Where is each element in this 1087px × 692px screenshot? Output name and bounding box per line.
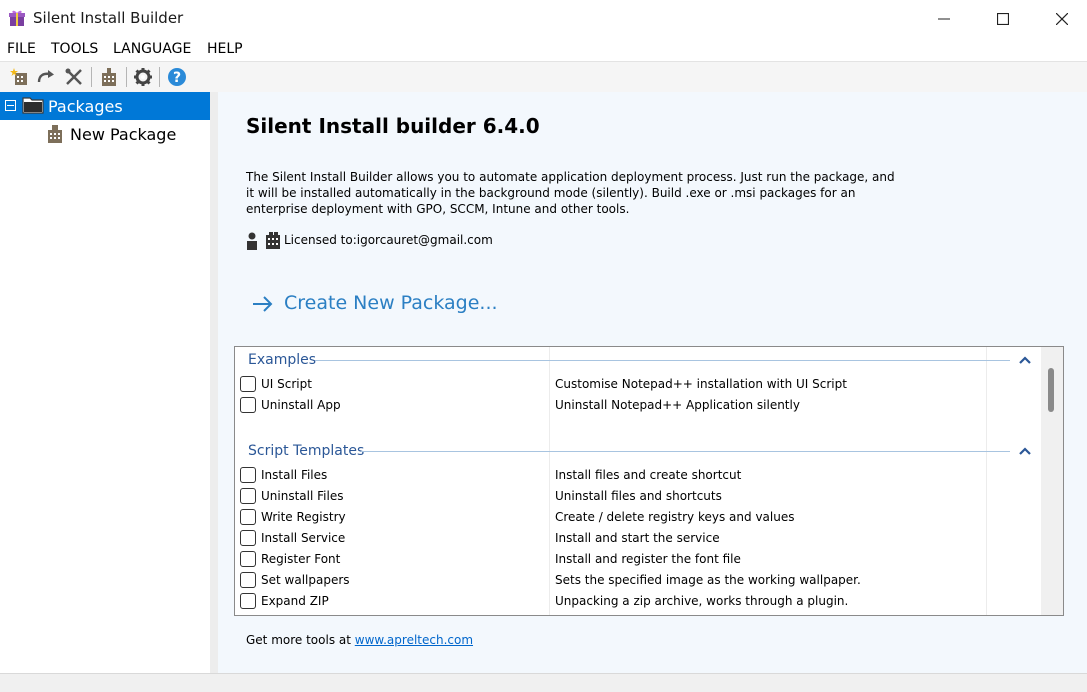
- gift-icon: [8, 9, 26, 27]
- toolbar: ?: [0, 61, 1087, 92]
- checkbox[interactable]: [240, 397, 256, 413]
- group-divider: [315, 360, 1010, 361]
- minimize-icon: [938, 18, 950, 19]
- toolbar-separator: [126, 67, 127, 87]
- svg-text:?: ?: [173, 70, 181, 86]
- tree-item-packages[interactable]: Packages: [0, 92, 210, 120]
- create-new-package-label: Create New Package...: [284, 292, 498, 314]
- tree-item-label: Packages: [48, 97, 123, 116]
- item-name: Uninstall App: [261, 398, 341, 412]
- checkbox[interactable]: [240, 488, 256, 504]
- item-description: Sets the specified image as the working …: [555, 573, 861, 587]
- status-bar: [0, 673, 1087, 692]
- website-link[interactable]: www.apreltech.com: [355, 633, 473, 647]
- checkbox[interactable]: [240, 376, 256, 392]
- item-name: Uninstall Files: [261, 489, 344, 503]
- folder-icon: [22, 95, 44, 119]
- item-name: UI Script: [261, 377, 312, 391]
- license-icon: [247, 232, 280, 250]
- menu-language[interactable]: LANGUAGE: [113, 41, 191, 57]
- toolbar-separator: [91, 67, 92, 87]
- item-description: Uninstall Notepad++ Application silently: [555, 398, 800, 412]
- list-item[interactable]: UI Script Customise Notepad++ installati…: [235, 374, 1041, 395]
- templates-list: Examples UI Script Customise Notepad++ i…: [234, 346, 1064, 616]
- help-icon: ?: [168, 68, 186, 86]
- chevron-up-icon[interactable]: [1019, 355, 1031, 365]
- new-package-icon: [10, 68, 27, 85]
- new-package-button[interactable]: [8, 66, 30, 88]
- item-description: Install and register the font file: [555, 552, 741, 566]
- redo-icon: [37, 70, 54, 83]
- item-description: Create / delete registry keys and values: [555, 510, 795, 524]
- item-name: Write Registry: [261, 510, 346, 524]
- license-text: Licensed to:igorcauret@gmail.com: [284, 233, 493, 247]
- list-item[interactable]: Write Registry Create / delete registry …: [235, 507, 1041, 528]
- item-description: Customise Notepad++ installation with UI…: [555, 377, 847, 391]
- chevron-up-icon[interactable]: [1019, 446, 1031, 456]
- toolbar-separator: [159, 67, 160, 87]
- scroll-thumb[interactable]: [1048, 368, 1054, 412]
- group-title-examples: Examples: [248, 352, 317, 368]
- maximize-button[interactable]: [974, 0, 1032, 37]
- arrow-right-icon: [253, 296, 273, 312]
- list-item[interactable]: Set wallpapers Sets the specified image …: [235, 570, 1041, 591]
- item-name: Install Files: [261, 468, 328, 482]
- build-button[interactable]: [98, 66, 120, 88]
- item-name: Set wallpapers: [261, 573, 350, 587]
- checkbox[interactable]: [240, 551, 256, 567]
- item-name: Expand ZIP: [261, 594, 329, 608]
- redo-button[interactable]: [35, 66, 57, 88]
- build-icon: [102, 68, 116, 86]
- item-description: Install and start the service: [555, 531, 720, 545]
- item-name: Install Service: [261, 531, 346, 545]
- splitter[interactable]: [210, 92, 218, 673]
- title-bar: Silent Install Builder: [0, 0, 1087, 37]
- tree-item-new-package[interactable]: New Package: [70, 125, 176, 144]
- footer: Get more tools at www.apreltech.com: [246, 633, 473, 647]
- list-item[interactable]: Register Font Install and register the f…: [235, 549, 1041, 570]
- item-name: Register Font: [261, 552, 341, 566]
- checkbox[interactable]: [240, 593, 256, 609]
- list-item[interactable]: Expand ZIP Unpacking a zip archive, work…: [235, 591, 1041, 612]
- settings-icon: [134, 68, 152, 86]
- list-item[interactable]: Install Service Install and start the se…: [235, 528, 1041, 549]
- maximize-icon: [997, 12, 1009, 25]
- menu-file[interactable]: FILE: [7, 41, 36, 57]
- list-item[interactable]: Uninstall Files Uninstall files and shor…: [235, 486, 1041, 507]
- checkbox[interactable]: [240, 572, 256, 588]
- vertical-scrollbar[interactable]: [1041, 347, 1063, 615]
- minimize-button[interactable]: [915, 0, 973, 37]
- help-button[interactable]: ?: [166, 66, 188, 88]
- menu-help[interactable]: HELP: [207, 41, 243, 57]
- package-tree: Packages New Package: [0, 92, 210, 673]
- list-item[interactable]: Install Files Install files and create s…: [235, 465, 1041, 486]
- group-divider: [361, 451, 1010, 452]
- collapse-toggle[interactable]: [5, 100, 16, 111]
- main-content: Silent Install builder 6.4.0 The Silent …: [218, 92, 1087, 673]
- description-text: The Silent Install Builder allows you to…: [246, 170, 895, 216]
- checkbox[interactable]: [240, 509, 256, 525]
- list-item[interactable]: Uninstall App Uninstall Notepad++ Applic…: [235, 395, 1041, 416]
- tools-icon: [65, 68, 82, 85]
- checkbox[interactable]: [240, 467, 256, 483]
- window-title: Silent Install Builder: [33, 9, 184, 27]
- checkbox[interactable]: [240, 530, 256, 546]
- item-description: Install files and create shortcut: [555, 468, 742, 482]
- settings-button[interactable]: [132, 66, 154, 88]
- close-icon: [1056, 12, 1068, 25]
- group-title-script-templates: Script Templates: [248, 443, 365, 459]
- item-description: Uninstall files and shortcuts: [555, 489, 722, 503]
- package-icon: [47, 125, 63, 147]
- item-description: Unpacking a zip archive, works through a…: [555, 594, 849, 608]
- footer-text: Get more tools at: [246, 633, 355, 647]
- close-button[interactable]: [1033, 0, 1087, 37]
- tools-button[interactable]: [63, 66, 85, 88]
- page-title: Silent Install builder 6.4.0: [246, 114, 540, 138]
- menu-tools[interactable]: TOOLS: [51, 41, 98, 57]
- menu-bar: FILE TOOLS LANGUAGE HELP: [0, 37, 1087, 61]
